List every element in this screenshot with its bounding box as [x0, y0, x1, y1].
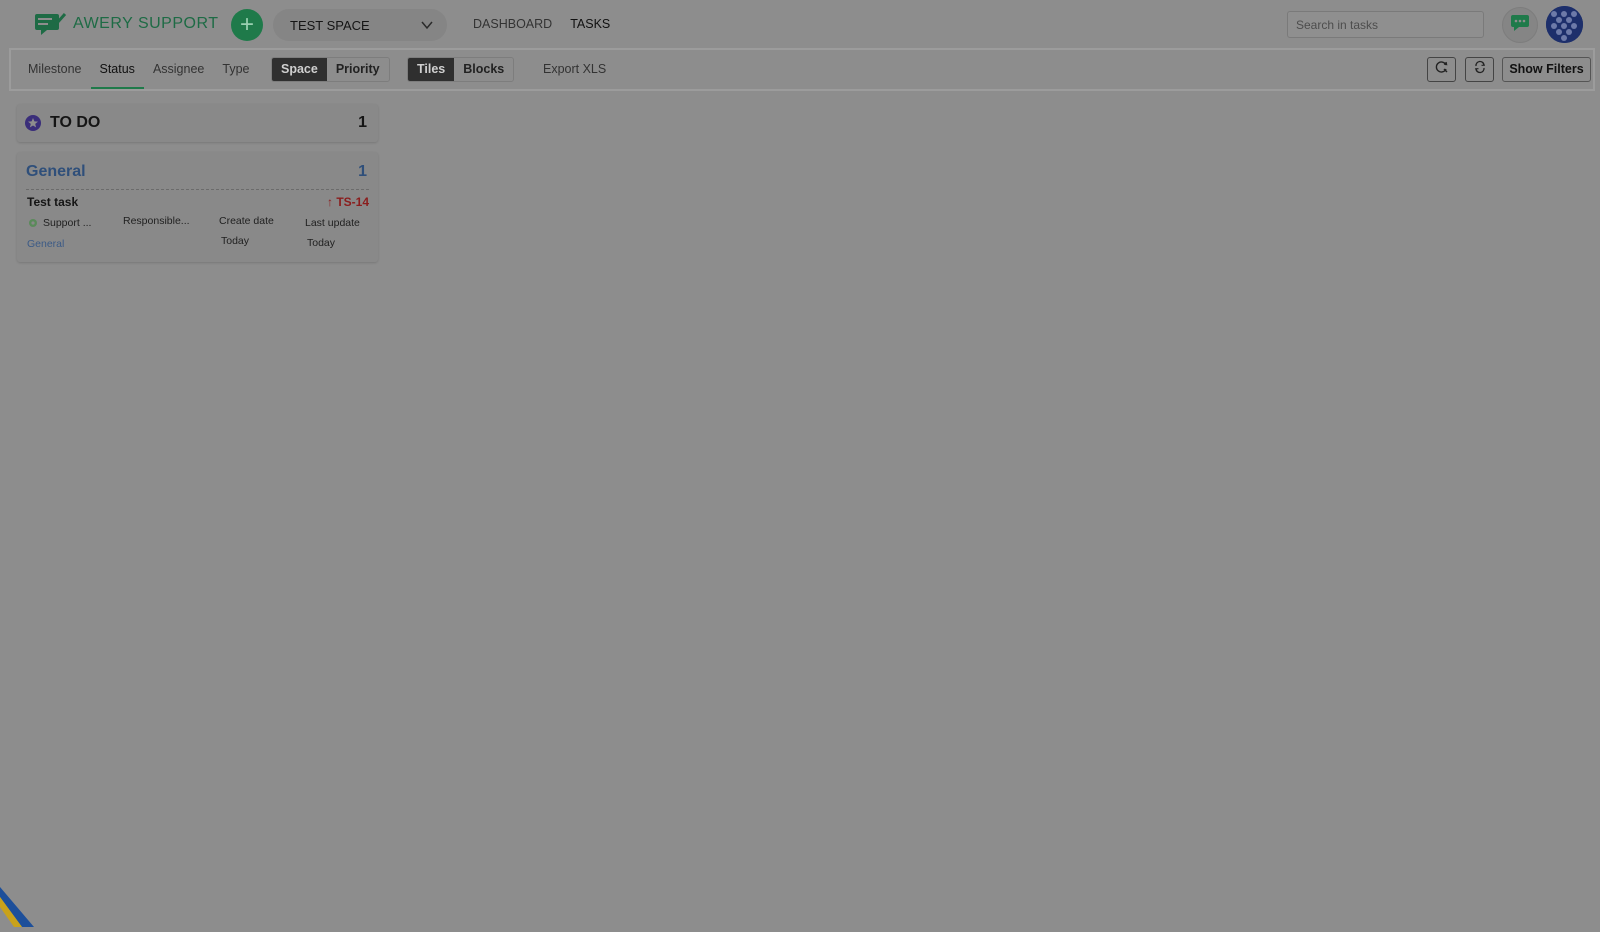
- export-xls-link[interactable]: Export XLS: [543, 50, 606, 89]
- top-header: AWERY SUPPORT + TEST SPACE DASHBOARD TAS…: [0, 0, 1600, 48]
- tab-assignee[interactable]: Assignee: [144, 50, 213, 89]
- group-by-space[interactable]: Space: [272, 58, 327, 81]
- create-date-label: Create date: [219, 215, 274, 227]
- refresh-button[interactable]: [1465, 57, 1494, 82]
- app-logo[interactable]: AWERY SUPPORT: [35, 12, 219, 36]
- group-by-toggle: Space Priority: [271, 57, 390, 82]
- reset-view-button[interactable]: [1427, 57, 1456, 82]
- status-column-title: TO DO: [50, 114, 101, 131]
- task-key[interactable]: ↑ TS-14: [327, 195, 369, 209]
- status-column-header: TO DO 1: [17, 104, 378, 142]
- nav-tasks[interactable]: TASKS: [570, 17, 610, 31]
- gear-icon: [27, 216, 39, 228]
- space-selector[interactable]: TEST SPACE: [273, 9, 447, 41]
- refresh-icon: [1473, 60, 1487, 79]
- show-filters-button[interactable]: Show Filters: [1502, 57, 1591, 82]
- user-avatar[interactable]: [1546, 6, 1583, 43]
- view-toggle: Tiles Blocks: [407, 57, 515, 82]
- space-group: General 1 Test task ↑ TS-14 Support ... …: [17, 152, 378, 262]
- search-input[interactable]: [1287, 11, 1484, 38]
- task-title: Test task: [27, 195, 79, 209]
- star-circle-icon: [25, 115, 41, 131]
- refresh-search-icon: [1435, 60, 1449, 79]
- chat-logo-icon: [35, 12, 67, 36]
- corner-ribbon: [0, 887, 40, 927]
- task-responsible: Responsible...: [123, 215, 190, 227]
- status-column-count: 1: [358, 114, 367, 131]
- main-nav: DASHBOARD TASKS: [473, 17, 610, 31]
- task-card[interactable]: Test task ↑ TS-14 Support ... Responsibl…: [26, 192, 369, 256]
- space-selector-value: TEST SPACE: [290, 17, 370, 33]
- task-space: Support ...: [43, 217, 92, 229]
- nav-dashboard[interactable]: DASHBOARD: [473, 17, 552, 31]
- view-blocks[interactable]: Blocks: [454, 58, 514, 81]
- plus-icon: +: [239, 11, 254, 38]
- chat-icon: [1511, 14, 1529, 36]
- group-by-priority[interactable]: Priority: [326, 58, 389, 81]
- create-date-value: Today: [221, 235, 250, 247]
- tab-type[interactable]: Type: [213, 50, 258, 89]
- view-tiles[interactable]: Tiles: [408, 58, 455, 81]
- divider: [26, 189, 369, 190]
- add-button[interactable]: +: [231, 9, 263, 41]
- task-toolbar: Milestone Status Assignee Type Space Pri…: [9, 48, 1595, 91]
- chevron-down-icon: [419, 17, 435, 33]
- messages-button[interactable]: [1502, 7, 1538, 43]
- last-update-value: Today: [307, 237, 336, 249]
- app-name: AWERY SUPPORT: [73, 15, 219, 32]
- grouping-tabs: Milestone Status Assignee Type: [19, 50, 258, 89]
- task-group-link[interactable]: General: [27, 238, 64, 250]
- tab-milestone[interactable]: Milestone: [19, 50, 91, 89]
- space-group-count: 1: [358, 163, 367, 180]
- tab-status[interactable]: Status: [90, 50, 145, 89]
- space-group-title[interactable]: General: [26, 163, 86, 181]
- last-update-label: Last update: [305, 217, 360, 229]
